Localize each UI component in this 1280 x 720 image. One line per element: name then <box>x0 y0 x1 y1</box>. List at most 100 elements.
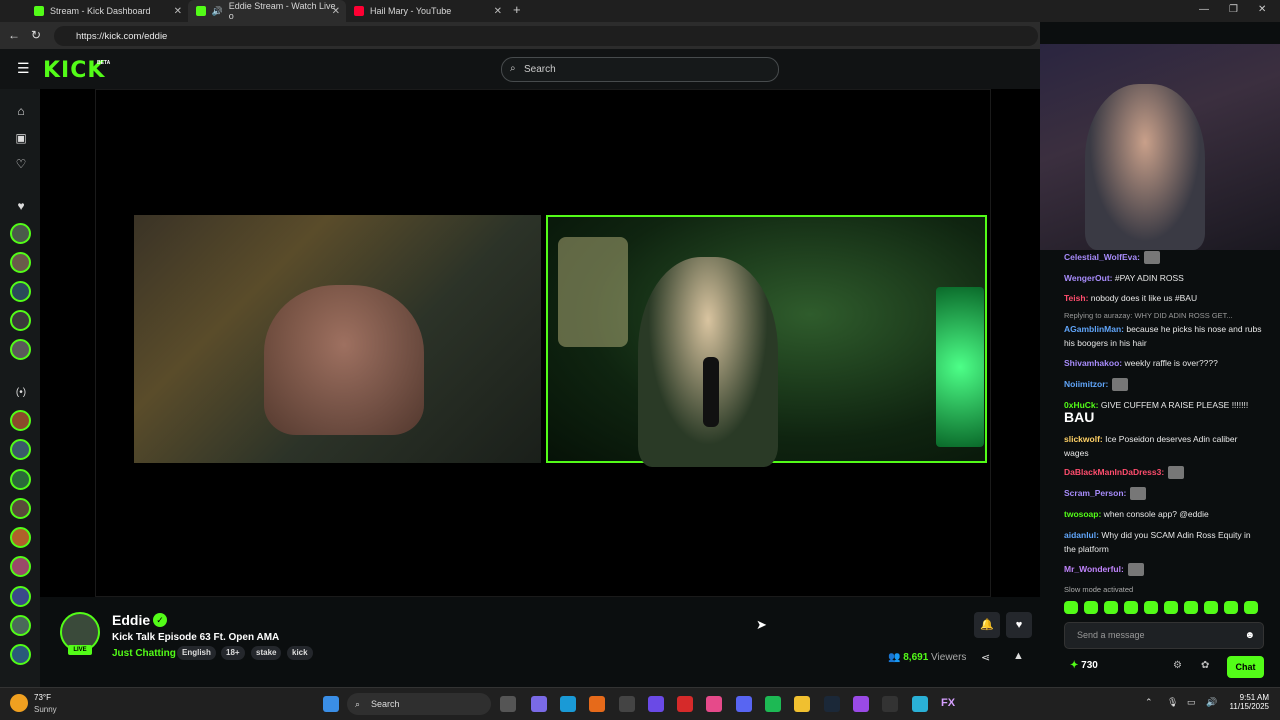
emote[interactable] <box>1064 601 1078 614</box>
app-icon[interactable] <box>619 696 635 712</box>
discord-icon[interactable] <box>736 696 752 712</box>
tag-language[interactable]: English <box>177 646 216 660</box>
app-icon[interactable] <box>677 696 693 712</box>
tab-kick-dashboard[interactable]: Stream - Kick Dashboard ✕ <box>26 0 188 22</box>
minimize-icon[interactable]: — <box>1199 4 1209 15</box>
chat-username[interactable]: Celestial_WolfEva: <box>1064 252 1140 262</box>
channel-avatar[interactable] <box>10 498 31 519</box>
copilot-icon[interactable] <box>531 696 547 712</box>
app-icon[interactable] <box>853 696 869 712</box>
channel-avatar[interactable] <box>10 439 31 460</box>
channel-avatar[interactable] <box>10 281 31 302</box>
chat-username[interactable]: Scram_Person: <box>1064 488 1126 498</box>
home-icon[interactable]: ⌂ <box>11 104 31 118</box>
close-tab-icon[interactable]: ✕ <box>174 6 182 17</box>
report-icon[interactable]: ▲ <box>1013 650 1024 662</box>
chat-username[interactable]: Noiimitzor: <box>1064 379 1108 389</box>
gift-icon[interactable]: ✿ <box>1201 660 1209 671</box>
app-icon[interactable] <box>912 696 928 712</box>
emote[interactable] <box>1104 601 1118 614</box>
tab-youtube[interactable]: Hail Mary - YouTube ✕ <box>346 0 508 22</box>
emote[interactable] <box>1144 601 1158 614</box>
file-explorer-icon[interactable] <box>794 696 810 712</box>
emote[interactable] <box>1184 601 1198 614</box>
browse-icon[interactable]: ▣ <box>11 131 31 145</box>
chat-username[interactable]: twosoap: <box>1064 509 1101 519</box>
emote[interactable] <box>1244 601 1258 614</box>
channel-avatar[interactable] <box>10 527 31 548</box>
speaker-icon[interactable]: 🔊 <box>212 6 223 17</box>
channel-avatar[interactable] <box>10 586 31 607</box>
tab-eddie-stream[interactable]: 🔊 Eddie Stream - Watch Live o ✕ <box>188 0 346 22</box>
microphone-icon[interactable]: 🎙 <box>1167 697 1178 708</box>
fx-icon[interactable]: FX <box>941 697 955 709</box>
maximize-icon[interactable]: ❐ <box>1229 4 1238 15</box>
channel-avatar[interactable] <box>10 310 31 331</box>
clock[interactable]: 9:51 AM 11/15/2025 <box>1225 693 1269 711</box>
channel-avatar[interactable] <box>10 223 31 244</box>
edge-icon[interactable] <box>560 696 576 712</box>
channel-avatar[interactable] <box>10 469 31 490</box>
chat-username[interactable]: aidanlul: <box>1064 530 1099 540</box>
weather-sun-icon[interactable] <box>10 694 28 712</box>
task-view-icon[interactable] <box>500 696 516 712</box>
windows-start-icon[interactable] <box>323 696 339 712</box>
chat-username[interactable]: Mr_Wonderful: <box>1064 564 1124 574</box>
app-icon[interactable] <box>882 696 898 712</box>
points-value: 730 <box>1081 660 1098 671</box>
notification-bell-button[interactable]: 🔔 <box>974 612 1000 638</box>
tray-chevron-icon[interactable]: ⌃ <box>1145 697 1153 708</box>
tag-stake[interactable]: stake <box>251 646 282 660</box>
emote[interactable] <box>1164 601 1178 614</box>
refresh-icon[interactable]: ↻ <box>31 28 41 42</box>
channel-avatar[interactable] <box>10 339 31 360</box>
tag-mature[interactable]: 18+ <box>221 646 245 660</box>
reply-context: Replying to aurazay: WHY DID ADIN ROSS G… <box>1064 311 1233 320</box>
close-tab-icon[interactable]: ✕ <box>494 6 502 17</box>
url-field[interactable]: https://kick.com/eddie <box>54 26 1038 46</box>
volume-icon[interactable]: 🔊 <box>1206 697 1217 708</box>
emote[interactable] <box>1204 601 1218 614</box>
settings-icon[interactable]: ⚙ <box>1173 660 1182 671</box>
new-tab-icon[interactable]: + <box>513 2 521 17</box>
channel-avatar[interactable] <box>10 252 31 273</box>
tag-kick[interactable]: kick <box>287 646 313 660</box>
channel-avatar[interactable] <box>10 644 31 665</box>
streamer-name[interactable]: Eddie <box>112 612 150 628</box>
chat-username[interactable]: AGamblinMan: <box>1064 324 1124 334</box>
emoji-icon[interactable]: ☻ <box>1244 623 1255 648</box>
channel-avatar[interactable] <box>10 556 31 577</box>
search-input[interactable]: ⌕ Search <box>501 57 779 82</box>
favorites-heart-icon[interactable]: ♥ <box>11 199 31 213</box>
share-icon[interactable]: ⋖ <box>981 651 990 664</box>
steam-icon[interactable] <box>824 696 840 712</box>
app-icon[interactable] <box>648 696 664 712</box>
channel-avatar[interactable] <box>10 410 31 431</box>
follow-heart-button[interactable]: ♥ <box>1006 612 1032 638</box>
category-link[interactable]: Just Chatting <box>112 648 176 659</box>
close-window-icon[interactable]: ✕ <box>1258 4 1266 15</box>
taskbar-search[interactable]: ⌕ Search <box>347 693 491 715</box>
network-icon[interactable]: ▭ <box>1187 697 1196 708</box>
menu-icon[interactable]: ☰ <box>17 60 30 77</box>
chat-username[interactable]: Shivamhakoo: <box>1064 358 1122 368</box>
emote[interactable] <box>1224 601 1238 614</box>
chat-username[interactable]: Teish: <box>1064 293 1088 303</box>
chat-username[interactable]: slickwolf: <box>1064 434 1103 444</box>
spotify-icon[interactable] <box>765 696 781 712</box>
firefox-icon[interactable] <box>589 696 605 712</box>
channel-points[interactable]: ✦ 730 <box>1070 660 1098 671</box>
chat-send-button[interactable]: Chat <box>1227 656 1264 678</box>
emote[interactable] <box>1124 601 1138 614</box>
weather-condition[interactable]: Sunny <box>34 705 57 714</box>
following-icon[interactable]: ♡ <box>11 157 31 171</box>
weather-temp[interactable]: 73°F <box>34 693 51 702</box>
close-tab-icon[interactable]: ✕ <box>332 6 340 17</box>
chat-input[interactable]: Send a message ☻ <box>1064 622 1264 649</box>
chat-username[interactable]: WengerOut: <box>1064 273 1112 283</box>
back-icon[interactable]: ← <box>8 28 20 42</box>
music-icon[interactable] <box>706 696 722 712</box>
emote[interactable] <box>1084 601 1098 614</box>
chat-username[interactable]: DaBlackManInDaDress3: <box>1064 467 1164 477</box>
channel-avatar[interactable] <box>10 615 31 636</box>
